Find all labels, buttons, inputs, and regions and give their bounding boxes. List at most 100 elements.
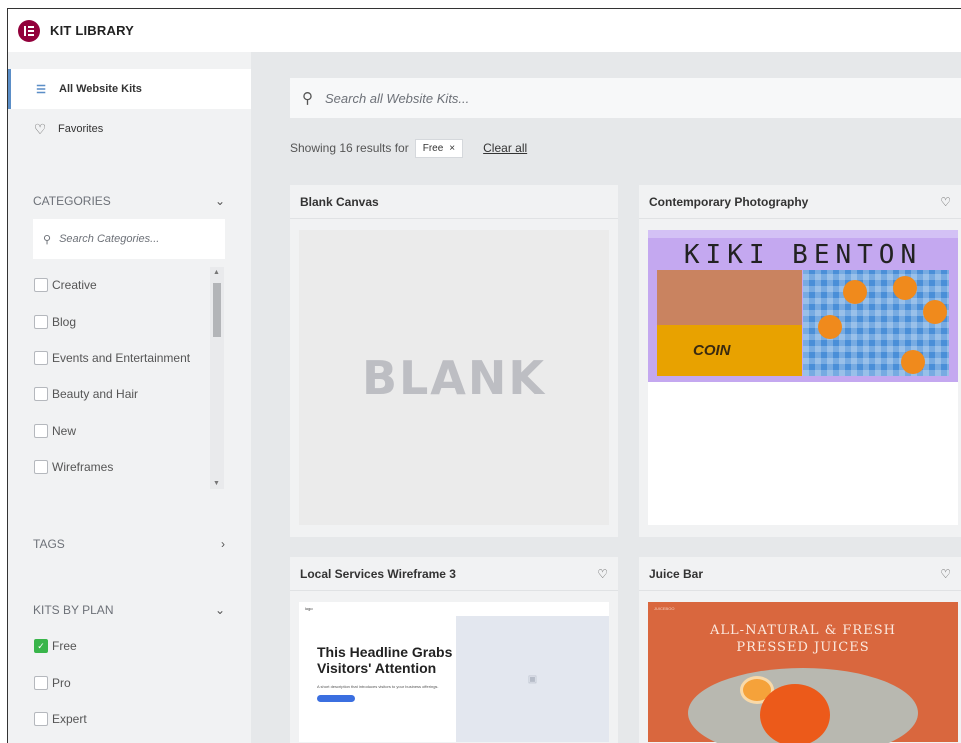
close-icon[interactable]: × — [449, 143, 455, 154]
card-title: Contemporary Photography — [649, 194, 809, 209]
categories-scrollbar[interactable]: ▲ ▼ — [210, 267, 224, 489]
tags-section-toggle[interactable]: TAGS › — [33, 537, 225, 551]
kit-thumbnail[interactable]: KIKI BENTON COIN — [648, 230, 958, 525]
results-text: Showing 16 results for — [290, 141, 409, 155]
thumbnail-nav: JUICEBOO — [648, 602, 958, 616]
orange-shape — [760, 684, 830, 743]
checkbox[interactable] — [34, 460, 48, 474]
plan-checkbox-free[interactable]: ✓ Free — [34, 639, 77, 653]
heart-icon[interactable]: ♡ — [940, 567, 951, 581]
clear-all-link[interactable]: Clear all — [483, 141, 527, 155]
filter-chip-free[interactable]: Free × — [414, 138, 464, 158]
checkbox-checked[interactable]: ✓ — [34, 639, 48, 653]
card-header: Blank Canvas — [290, 185, 618, 219]
category-checkbox-blog[interactable]: Blog — [34, 315, 76, 329]
category-checkbox-new[interactable]: New — [34, 424, 76, 438]
photo-portrait: COIN — [657, 270, 802, 376]
checkbox[interactable] — [34, 424, 48, 438]
kit-card-juice-bar[interactable]: Juice Bar ♡ JUICEBOO ALL-NATURAL & FRESH… — [639, 557, 961, 743]
thumbnail-nav: logo — [299, 602, 609, 616]
checkbox[interactable] — [34, 315, 48, 329]
sidebar-item-all-website-kits[interactable]: ☰ All Website Kits — [8, 69, 252, 109]
thumbnail-logo: JUICEBOO — [654, 606, 675, 611]
plans-section-toggle[interactable]: KITS BY PLAN ⌄ — [33, 603, 225, 617]
thumbnail-title-line-2: PRESSED JUICES — [736, 640, 870, 655]
checkbox[interactable] — [34, 278, 48, 292]
card-title: Juice Bar — [649, 566, 704, 581]
thumbnail-button — [317, 695, 355, 702]
plans-title: KITS BY PLAN — [33, 603, 114, 617]
category-checkbox-creative[interactable]: Creative — [34, 278, 97, 292]
checkbox-label: Events and Entertainment — [52, 351, 191, 365]
checkbox-label: Pro — [52, 676, 71, 690]
app-header: KIT LIBRARY — [7, 8, 961, 52]
kit-search-input[interactable]: ⚲ Search all Website Kits... — [290, 78, 961, 118]
scroll-down-arrow-icon[interactable]: ▼ — [213, 480, 220, 487]
categories-section-toggle[interactable]: CATEGORIES ⌄ — [33, 194, 225, 208]
sidebar-item-favorites[interactable]: ♡ Favorites — [8, 109, 252, 149]
sidebar-item-label: Favorites — [58, 123, 104, 135]
scrollbar-thumb[interactable] — [213, 283, 221, 337]
image-placeholder-icon: ▣ — [456, 616, 609, 742]
checkbox-label: New — [52, 424, 77, 438]
category-search-placeholder: Search Categories... — [59, 233, 160, 245]
thumbnail-hero: KIKI BENTON COIN — [648, 230, 958, 382]
kit-thumbnail[interactable]: JUICEBOO ALL-NATURAL & FRESH PRESSED JUI… — [648, 602, 958, 743]
card-header: Juice Bar ♡ — [639, 557, 961, 591]
card-header: Local Services Wireframe 3 ♡ — [290, 557, 618, 591]
sidebar-item-label: All Website Kits — [59, 83, 142, 95]
checkbox-label: Beauty and Hair — [52, 387, 139, 401]
thumbnail-nav — [648, 230, 958, 238]
checkbox-label: Creative — [52, 278, 97, 292]
main-content: ⚲ Search all Website Kits... Showing 16 … — [251, 52, 961, 743]
photo-text: COIN — [693, 342, 731, 359]
category-checkbox-wireframes[interactable]: Wireframes — [34, 460, 113, 474]
checkbox[interactable] — [34, 712, 48, 726]
tags-title: TAGS — [33, 537, 65, 551]
card-title: Local Services Wireframe 3 — [300, 566, 456, 581]
kit-card-blank-canvas[interactable]: Blank Canvas BLANK — [290, 185, 618, 537]
kit-card-contemporary-photography[interactable]: Contemporary Photography ♡ KIKI BENTON C… — [639, 185, 961, 537]
results-summary: Showing 16 results for Free × Clear all — [290, 136, 527, 160]
kit-card-local-services-wireframe-3[interactable]: Local Services Wireframe 3 ♡ logo This H… — [290, 557, 618, 743]
scroll-up-arrow-icon[interactable]: ▲ — [213, 269, 220, 276]
card-header: Contemporary Photography ♡ — [639, 185, 961, 219]
heart-icon[interactable]: ♡ — [940, 195, 951, 209]
thumbnail-title: KIKI BENTON — [683, 240, 923, 270]
thumbnail-logo: logo — [305, 606, 313, 611]
checkbox-label: Blog — [52, 315, 77, 329]
plan-checkbox-pro[interactable]: Pro — [34, 676, 71, 690]
checkbox[interactable] — [34, 387, 48, 401]
kit-thumbnail[interactable]: logo This Headline Grabs Visitors' Atten… — [299, 602, 609, 742]
category-search-input[interactable]: ⚲ Search Categories... — [33, 219, 225, 259]
checkbox[interactable] — [34, 676, 48, 690]
thumbnail-title: ALL-NATURAL & FRESH PRESSED JUICES — [648, 622, 958, 656]
checkbox-label: Free — [52, 639, 77, 653]
kit-thumbnail[interactable]: BLANK — [299, 230, 609, 525]
category-checkbox-events[interactable]: Events and Entertainment — [34, 351, 190, 365]
chevron-down-icon: ⌄ — [214, 194, 225, 208]
search-icon: ⚲ — [43, 233, 52, 246]
thumbnail-headline: This Headline Grabs Visitors' Attention — [317, 644, 453, 676]
filter-lines-icon: ☰ — [36, 83, 46, 96]
plan-checkbox-expert[interactable]: Expert — [34, 712, 87, 726]
thumbnail-hero-text: This Headline Grabs Visitors' Attention … — [299, 616, 456, 742]
category-checkbox-beauty[interactable]: Beauty and Hair — [34, 387, 138, 401]
categories-title: CATEGORIES — [33, 194, 111, 208]
thumbnail-description: A short description that introduces visi… — [317, 684, 439, 689]
checkbox[interactable] — [34, 351, 48, 365]
orange-shape — [843, 280, 867, 304]
heart-icon[interactable]: ♡ — [597, 567, 608, 581]
checkbox-label: Expert — [52, 712, 87, 726]
photo-oranges-pool — [803, 270, 949, 376]
orange-shape — [923, 300, 947, 324]
orange-shape — [818, 315, 842, 339]
photo-area — [657, 270, 802, 325]
sidebar: ☰ All Website Kits ♡ Favorites CATEGORIE… — [7, 52, 252, 743]
card-title: Blank Canvas — [300, 194, 379, 209]
chevron-right-icon: › — [221, 537, 225, 551]
checkbox-label: Wireframes — [52, 460, 114, 474]
chip-label: Free — [422, 142, 444, 154]
orange-shape — [901, 350, 925, 374]
page-title: KIT LIBRARY — [50, 23, 135, 38]
